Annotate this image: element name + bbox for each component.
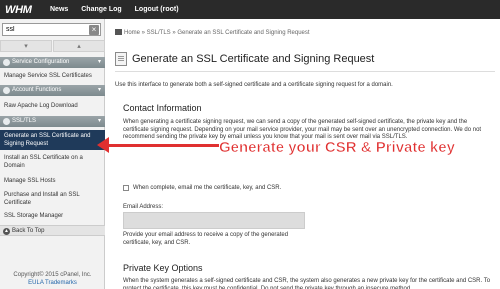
nav-change-log[interactable]: Change Log — [81, 6, 121, 13]
annotation-arrow-line — [106, 144, 219, 147]
private-key-options-heading: Private Key Options — [123, 263, 203, 273]
expand-all-button[interactable]: ▾ — [0, 40, 52, 52]
email-help-text: Provide your email address to receive a … — [123, 232, 289, 246]
expand-collapse-toggle: ▾ ▴ — [0, 40, 105, 52]
footer-copyright: Copyright© 2015 cPanel, Inc. EULA Tradem… — [0, 271, 105, 287]
chevron-down-icon: ▾ — [97, 87, 101, 93]
chevron-down-icon: ▾ — [97, 59, 101, 65]
email-me-checkbox[interactable] — [123, 185, 129, 191]
eula-link[interactable]: EULA — [28, 280, 43, 286]
contact-information-heading: Contact Information — [123, 103, 202, 113]
home-icon[interactable] — [115, 29, 122, 35]
ssl-tls-icon — [3, 118, 10, 125]
private-key-paragraph: When the system generates a self-signed … — [123, 278, 491, 289]
copyright-text: Copyright© 2015 cPanel, Inc. — [13, 272, 92, 278]
collapse-all-button[interactable]: ▴ — [53, 40, 105, 52]
sidebar-search: × — [2, 23, 101, 36]
service-config-icon — [3, 59, 10, 66]
back-to-top-button[interactable]: ▲ Back To Top — [0, 225, 105, 236]
certificate-document-icon — [115, 52, 127, 66]
email-me-row: When complete, email me the certificate,… — [123, 185, 281, 191]
email-address-label: Email Address: — [123, 204, 164, 210]
section-ssl-tls[interactable]: SSL/TLS ▾ — [0, 116, 105, 127]
account-functions-icon — [3, 87, 10, 94]
email-address-field[interactable] — [123, 212, 305, 229]
divider — [115, 71, 495, 72]
sidebar-item-raw-apache-log[interactable]: Raw Apache Log Download — [0, 102, 105, 110]
annotation-arrow-head — [97, 137, 109, 153]
top-bar: WHM News Change Log Logout (root) — [0, 0, 500, 19]
breadcrumb-text[interactable]: Home » SSL/TLS » Generate an SSL Certifi… — [124, 30, 310, 36]
email-input[interactable] — [124, 213, 304, 228]
intro-text: Use this interface to generate both a se… — [115, 82, 393, 88]
email-me-label: When complete, email me the certificate,… — [133, 185, 282, 191]
sidebar-item-ssl-storage-manager[interactable]: SSL Storage Manager — [0, 212, 105, 220]
search-input[interactable] — [3, 26, 83, 33]
chevron-down-icon: ▾ — [97, 118, 101, 124]
section-service-configuration[interactable]: Service Configuration ▾ — [0, 57, 105, 68]
nav-logout[interactable]: Logout (root) — [135, 6, 179, 13]
sidebar-item-manage-service-ssl[interactable]: Manage Service SSL Certificates — [0, 72, 105, 80]
sidebar-item-install-ssl[interactable]: Install an SSL Certificate on a Domain — [0, 154, 105, 170]
page-title: Generate an SSL Certificate and Signing … — [132, 53, 375, 65]
whm-logo[interactable]: WHM — [0, 4, 50, 16]
sidebar-item-manage-ssl-hosts[interactable]: Manage SSL Hosts — [0, 177, 105, 185]
clear-search-icon[interactable]: × — [89, 25, 99, 35]
page-title-row: Generate an SSL Certificate and Signing … — [115, 52, 374, 66]
top-nav: News Change Log Logout (root) — [50, 6, 190, 13]
arrow-up-icon: ▲ — [3, 228, 10, 235]
sidebar: × ▾ ▴ Service Configuration ▾ Manage Ser… — [0, 19, 105, 289]
sidebar-item-generate-ssl-csr[interactable]: Generate an SSL Certificate and Signing … — [0, 130, 105, 150]
annotation-label: Generate your CSR & Private key — [219, 139, 456, 157]
breadcrumb: Home » SSL/TLS » Generate an SSL Certifi… — [115, 29, 310, 36]
sidebar-item-purchase-install-ssl[interactable]: Purchase and Install an SSL Certificate — [0, 191, 105, 207]
trademarks-link[interactable]: Trademarks — [45, 280, 77, 286]
section-account-functions[interactable]: Account Functions ▾ — [0, 85, 105, 96]
nav-news[interactable]: News — [50, 6, 68, 13]
